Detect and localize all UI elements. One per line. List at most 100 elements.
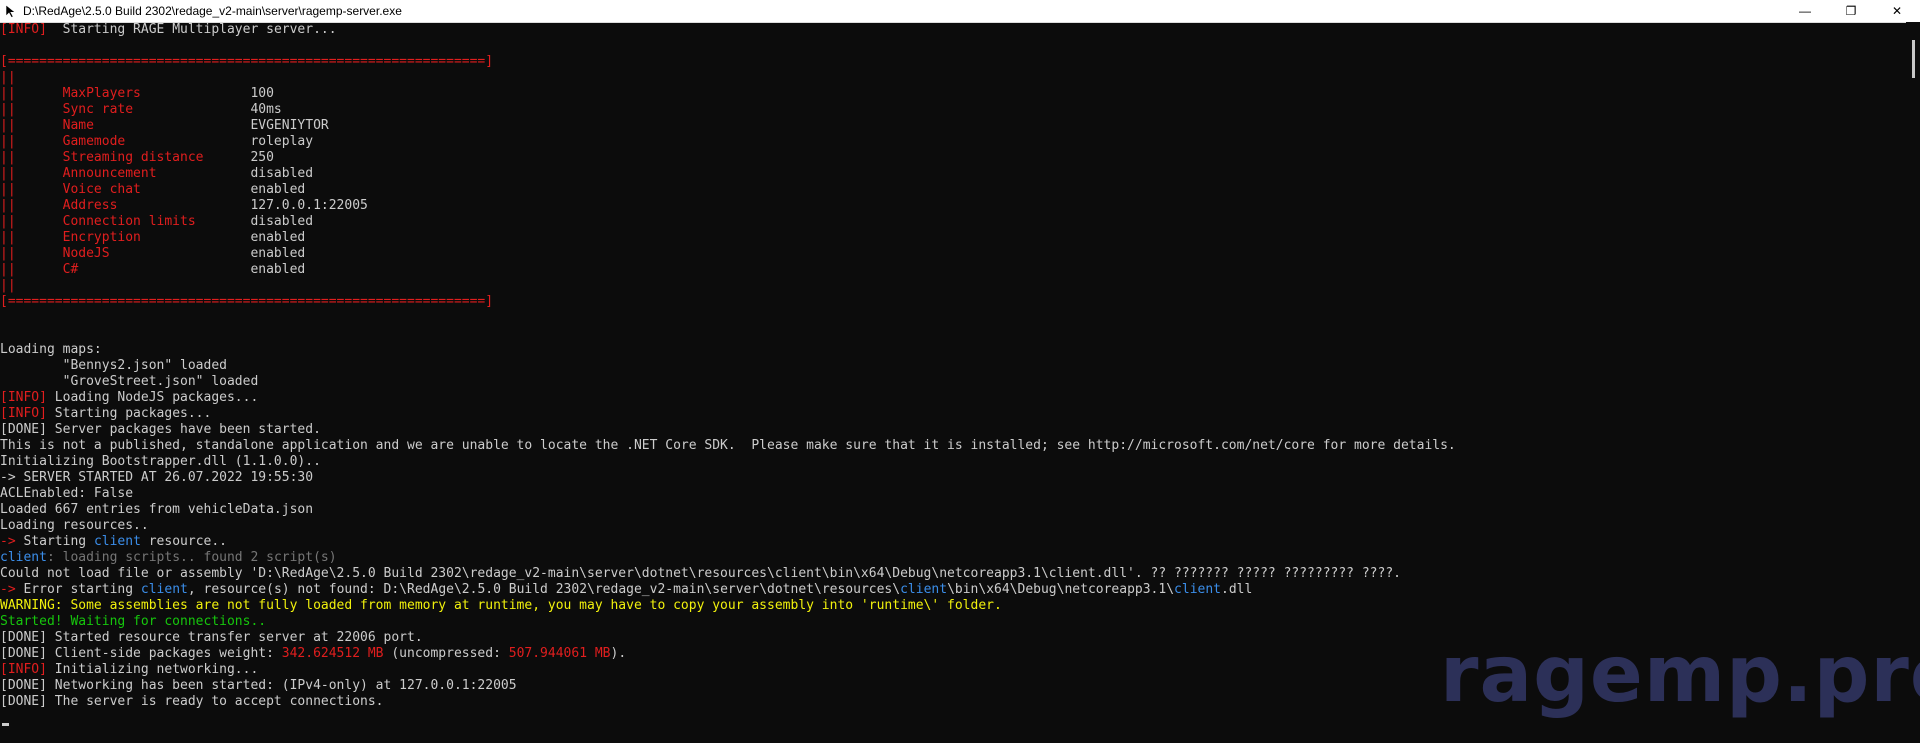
close-button[interactable]: ✕ <box>1874 0 1920 22</box>
maximize-button[interactable]: ❐ <box>1828 0 1874 22</box>
console-text: 127.0.0.1:22005 <box>250 198 368 213</box>
console-text: [INFO] <box>0 406 47 421</box>
console-line: -> SERVER STARTED AT 26.07.2022 19:55:30 <box>0 470 1906 486</box>
console-text: Initializing Bootstrapper.dll (1.1.0.0).… <box>0 454 321 469</box>
console-text: || C# <box>0 262 251 277</box>
console-text: client <box>0 550 47 565</box>
console-line: || Connection limits disabled <box>0 214 1906 230</box>
console-text: || Connection limits <box>0 214 251 229</box>
console-text: -> <box>0 582 16 597</box>
console-line: [=======================================… <box>0 294 1906 310</box>
console-line: [INFO] Starting packages... <box>0 406 1906 422</box>
console-text: Starting packages... <box>46 406 212 421</box>
console-text: ). <box>610 646 634 661</box>
console-text: || MaxPlayers <box>0 86 251 101</box>
console-text: || <box>0 278 16 293</box>
console-text: [DONE] The server is ready to accept con… <box>0 694 384 709</box>
console-text: ACLEnabled: False <box>0 486 134 501</box>
console-line: || Name EVGENIYTOR <box>0 118 1906 134</box>
console-text: 250 <box>250 150 274 165</box>
console-line: [=======================================… <box>0 54 1906 70</box>
console-text: || Announcement <box>0 166 251 181</box>
console-line: [INFO] Starting RAGE Multiplayer server.… <box>0 22 1906 38</box>
minimize-icon: — <box>1799 4 1811 18</box>
console-line: "GroveStreet.json" loaded <box>0 374 1906 390</box>
console-line: || Sync rate 40ms <box>0 102 1906 118</box>
console-text: || Voice chat <box>0 182 251 197</box>
console-line: || Voice chat enabled <box>0 182 1906 198</box>
console-text: [DONE] Client-side packages weight: <box>0 646 282 661</box>
console-text: 40ms <box>250 102 282 117</box>
console-text: resource.. <box>140 534 227 549</box>
console-text: Loading NodeJS packages... <box>46 390 259 405</box>
console-line: [DONE] Server packages have been started… <box>0 422 1906 438</box>
console-line: Could not load file or assembly 'D:\RedA… <box>0 566 1906 582</box>
console-text: || NodeJS <box>0 246 251 261</box>
console-line: This is not a published, standalone appl… <box>0 438 1906 454</box>
console-text: || Gamemode <box>0 134 251 149</box>
console-line: "Bennys2.json" loaded <box>0 358 1906 374</box>
console-text: Loaded 667 entries from vehicleData.json <box>0 502 314 517</box>
console-line: client: loading scripts.. found 2 script… <box>0 550 1906 566</box>
close-icon: ✕ <box>1891 4 1903 18</box>
console-line: Initializing Bootstrapper.dll (1.1.0.0).… <box>0 454 1906 470</box>
console-line: -> Error starting client, resource(s) no… <box>0 582 1906 598</box>
console-text: [DONE] Server packages have been started… <box>0 422 321 437</box>
watermark: ragemp.pro <box>1440 630 1920 720</box>
console-text: [=======================================… <box>0 294 494 309</box>
window-title: D:\RedAge\2.5.0 Build 2302\redage_v2-mai… <box>23 4 402 18</box>
console-text: || <box>0 70 16 85</box>
console-text: [INFO] <box>0 662 47 677</box>
console-line: || Announcement disabled <box>0 166 1906 182</box>
console-text: WARNING: Some assemblies are not fully l… <box>0 598 1002 613</box>
console-text: -> <box>0 534 16 549</box>
console-text: || Encryption <box>0 230 251 245</box>
console-text: enabled <box>250 246 306 261</box>
console-line: || Streaming distance 250 <box>0 150 1906 166</box>
console-text: enabled <box>250 230 306 245</box>
console-line: [INFO] Loading NodeJS packages... <box>0 390 1906 406</box>
console-text: disabled <box>250 166 314 181</box>
console-text: 342.624512 MB <box>281 646 384 661</box>
console-line: || Encryption enabled <box>0 230 1906 246</box>
console-text: : loading scripts.. found 2 script(s) <box>46 550 337 565</box>
console-text: Error starting <box>15 582 141 597</box>
console-text: [INFO] <box>0 22 47 37</box>
console-line: || Gamemode roleplay <box>0 134 1906 150</box>
minimize-button[interactable]: — <box>1782 0 1828 22</box>
console-text: client <box>140 582 188 597</box>
console-line: || NodeJS enabled <box>0 246 1906 262</box>
console-text: client <box>1174 582 1222 597</box>
console-text: Could not load file or assembly 'D:\RedA… <box>0 566 1401 581</box>
window-titlebar[interactable]: D:\RedAge\2.5.0 Build 2302\redage_v2-mai… <box>0 0 1920 23</box>
console-text: , resource(s) not found: D:\RedAge\2.5.0… <box>187 582 901 597</box>
console-text: || Sync rate <box>0 102 251 117</box>
console-text: Initializing networking... <box>46 662 259 677</box>
console-text: Loading maps: <box>0 342 102 357</box>
console-line: || C# enabled <box>0 262 1906 278</box>
console-text: 100 <box>250 86 274 101</box>
console-text: "Bennys2.json" loaded <box>0 358 227 373</box>
console-text: enabled <box>250 182 306 197</box>
console-text: [=======================================… <box>0 54 494 69</box>
console-line: || Address 127.0.0.1:22005 <box>0 198 1906 214</box>
console-line: -> Starting client resource.. <box>0 534 1906 550</box>
console-text: Started! Waiting for connections.. <box>0 614 267 629</box>
console-text: [DONE] Networking has been started: (IPv… <box>0 678 517 693</box>
console-line: Started! Waiting for connections.. <box>0 614 1906 630</box>
console-text: [INFO] <box>0 390 47 405</box>
console-line: Loading resources.. <box>0 518 1906 534</box>
console-line: Loading maps: <box>0 342 1906 358</box>
console-text: This is not a published, standalone appl… <box>0 438 1456 453</box>
console-text: client <box>900 582 948 597</box>
console-text: Starting RAGE Multiplayer server... <box>46 22 337 37</box>
console-text: || Streaming distance <box>0 150 251 165</box>
console-text: 507.944061 MB <box>508 646 611 661</box>
console-text: .dll <box>1221 582 1253 597</box>
scrollbar-thumb[interactable] <box>1912 40 1915 78</box>
console-line: WARNING: Some assemblies are not fully l… <box>0 598 1906 614</box>
console-line: Loaded 667 entries from vehicleData.json <box>0 502 1906 518</box>
